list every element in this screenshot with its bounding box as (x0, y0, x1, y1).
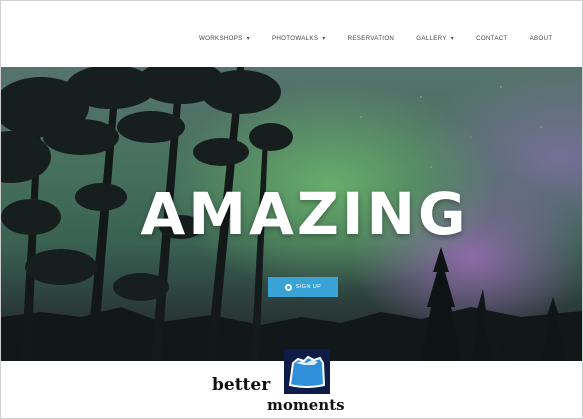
circle-icon (284, 283, 292, 291)
sign-up-button-label: SIGN UP (295, 284, 322, 290)
logo-text-moments: moments (267, 396, 345, 414)
hero-title: AMAZING (140, 180, 469, 248)
site-header: WORKSHOPS ▾ PHOTOWALKS ▾ RESERVATION GAL… (1, 1, 582, 67)
nav-item-label: ABOUT (529, 35, 553, 42)
nav-item-reservation[interactable]: RESERVATION (348, 35, 395, 42)
mountain-logo-icon (288, 355, 326, 388)
chevron-down-icon: ▾ (246, 36, 250, 42)
nav-item-label: WORKSHOPS (199, 35, 243, 42)
logo-text-better: better (212, 375, 271, 395)
logo-mark[interactable] (284, 349, 330, 394)
sign-up-button[interactable]: SIGN UP (268, 277, 338, 297)
nav-item-label: PHOTOWALKS (271, 35, 319, 42)
nav-item-contact[interactable]: CONTACT (476, 35, 508, 42)
nav-item-label: GALLERY (416, 35, 447, 42)
nav-item-label: RESERVATION (347, 35, 395, 42)
nav-item-workshops[interactable]: WORKSHOPS ▾ (199, 35, 250, 42)
chevron-down-icon: ▾ (450, 36, 455, 42)
chevron-down-icon: ▾ (322, 36, 326, 42)
hero-banner: AMAZING SIGN UP (1, 67, 582, 361)
nav-item-label: CONTACT (476, 35, 508, 42)
nav-item-photowalks[interactable]: PHOTOWALKS ▾ (272, 35, 326, 42)
nav-item-about[interactable]: ABOUT (530, 35, 553, 42)
nav-item-gallery[interactable]: GALLERY ▾ (416, 35, 454, 42)
main-navigation: WORKSHOPS ▾ PHOTOWALKS ▾ RESERVATION GAL… (199, 35, 574, 42)
browser-viewport: WORKSHOPS ▾ PHOTOWALKS ▾ RESERVATION GAL… (0, 0, 583, 419)
